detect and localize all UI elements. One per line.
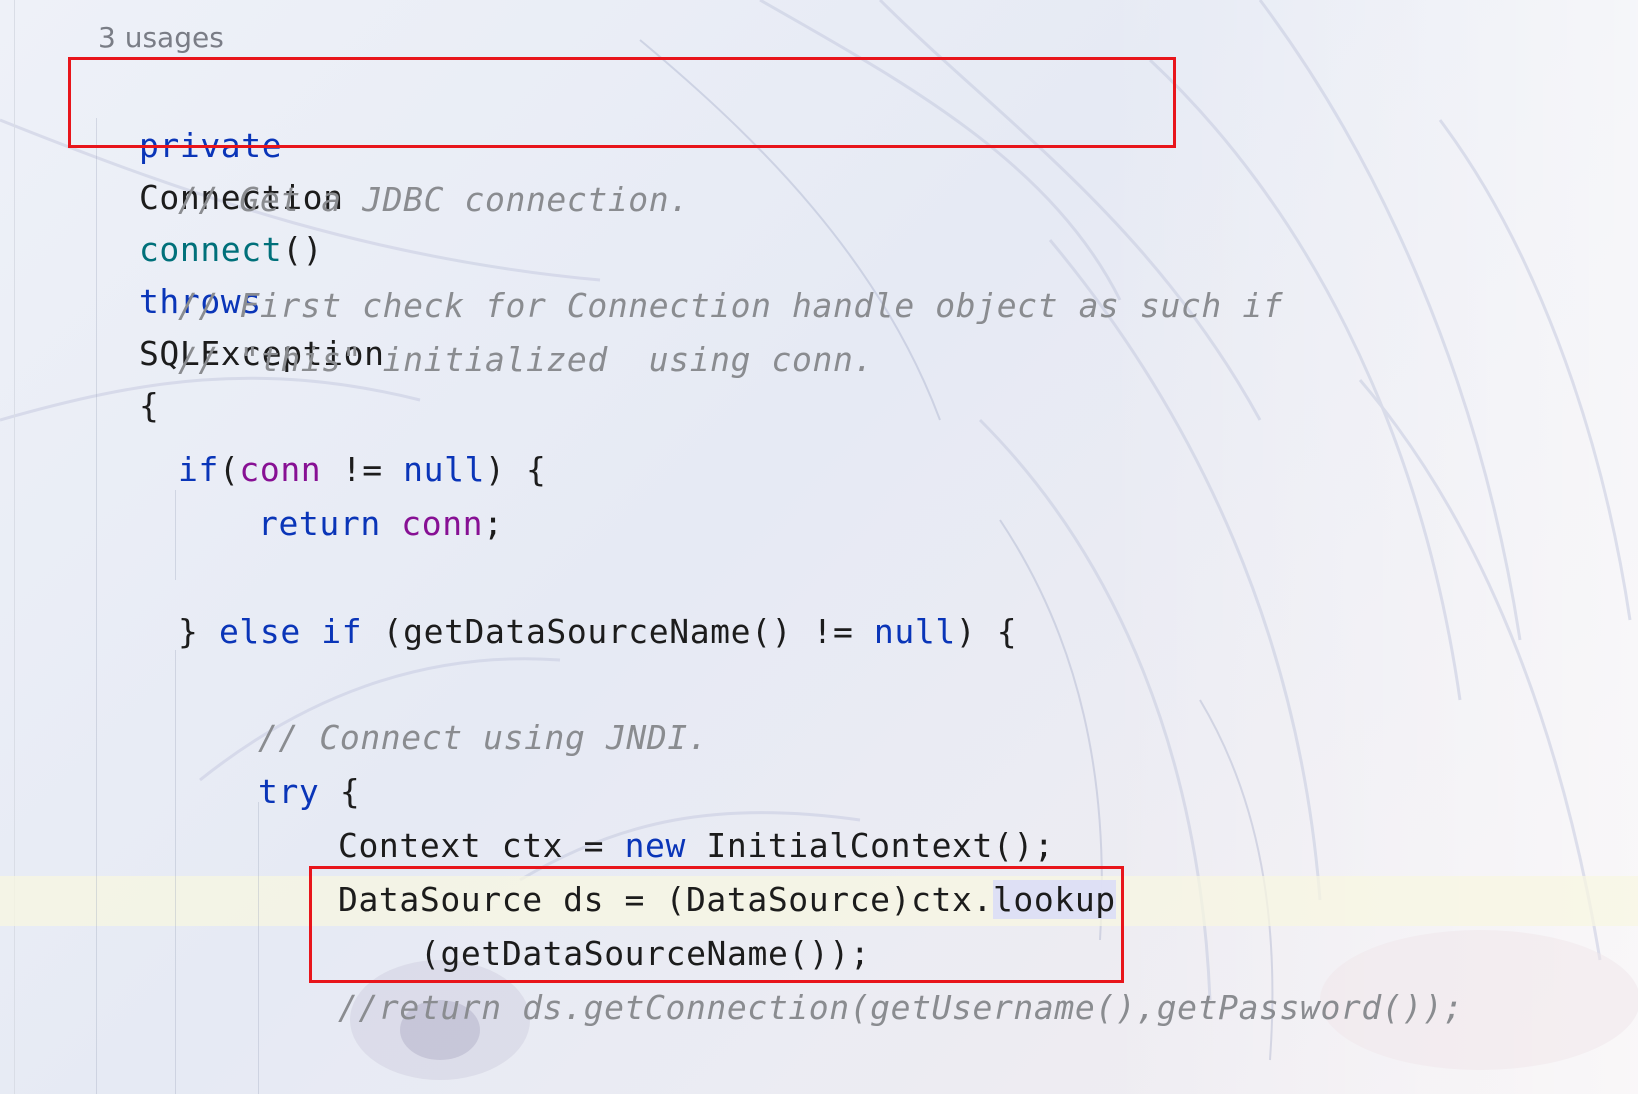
- keyword-return: return: [258, 504, 381, 543]
- paren-brace: ) {: [485, 450, 547, 489]
- code-line-return-conn[interactable]: return conn;: [258, 498, 504, 550]
- field-conn: conn: [239, 450, 322, 489]
- code-line-context[interactable]: Context ctx = new InitialContext();: [338, 820, 1054, 872]
- keyword-if: if: [178, 450, 219, 489]
- keyword-null: null: [873, 612, 956, 651]
- brace-open: {: [319, 772, 361, 811]
- statement-tail: InitialContext();: [685, 826, 1055, 865]
- annotation-box-method-signature: [68, 57, 1176, 148]
- statement-head: Context ctx =: [338, 826, 625, 865]
- condition-expression: (getDataSourceName() !=: [362, 612, 874, 651]
- usages-inlay-hint[interactable]: 3 usages: [98, 18, 224, 58]
- code-line-try[interactable]: try {: [258, 766, 360, 818]
- keyword-else: else: [218, 612, 301, 651]
- field-conn: conn: [401, 504, 484, 543]
- brace-open: {: [138, 386, 160, 425]
- method-parens: (): [282, 230, 324, 269]
- keyword-try: try: [258, 772, 320, 811]
- code-comment[interactable]: // First check for Connection handle obj…: [178, 280, 1283, 332]
- operator-not-equal: !=: [321, 450, 404, 489]
- code-line-else-if[interactable]: } else if (getDataSourceName() != null) …: [178, 606, 1017, 658]
- code-comment[interactable]: // "this" initialized using conn.: [178, 334, 874, 386]
- indent-guide: [258, 802, 259, 1094]
- code-comment[interactable]: // Connect using JNDI.: [258, 712, 708, 764]
- brace-close: }: [178, 612, 219, 651]
- code-comment[interactable]: //return ds.getConnection(getUsername(),…: [338, 982, 1464, 1034]
- method-name-connect: connect: [138, 230, 283, 269]
- keyword-null: null: [403, 450, 486, 489]
- indent-guide: [96, 118, 97, 1094]
- paren-open: (: [218, 450, 240, 489]
- editor-gutter-border: [14, 0, 15, 1094]
- keyword-if: if: [321, 612, 363, 651]
- indent-guide: [175, 490, 176, 580]
- code-line-if-conn[interactable]: if(conn != null) {: [178, 444, 546, 496]
- annotation-box-lookup-call: [309, 866, 1124, 983]
- indent-guide: [175, 650, 176, 1094]
- code-comment[interactable]: // Get a JDBC connection.: [178, 174, 690, 226]
- keyword-new: new: [624, 826, 686, 865]
- paren-brace: ) {: [955, 612, 1018, 651]
- semicolon: ;: [483, 504, 504, 543]
